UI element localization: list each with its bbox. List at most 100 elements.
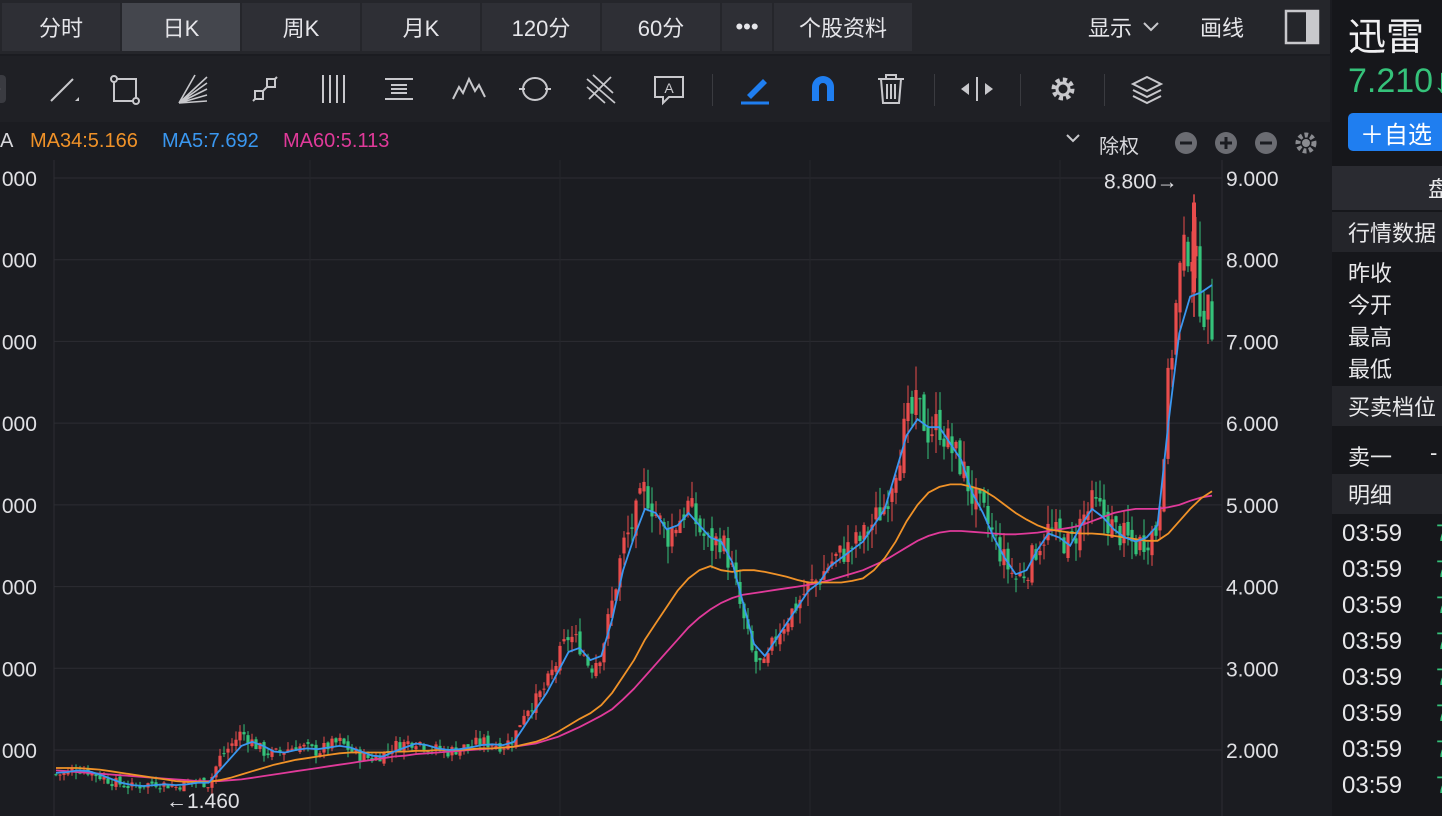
candle-body: [394, 740, 398, 751]
ma-lines: [55, 284, 1213, 787]
chevron-down-icon[interactable]: [1064, 128, 1082, 154]
candle-body: [566, 637, 570, 641]
rectangle-tool[interactable]: [100, 66, 150, 112]
candle-body: [1202, 310, 1206, 327]
add-indicator-icon[interactable]: [1214, 131, 1238, 161]
candle-body: [670, 528, 674, 547]
chart-panel: 分时 日K 周K 月K 120分 60分 ••• 个股资料 显示 画线 A A …: [0, 0, 1330, 816]
candle-body: [758, 658, 762, 661]
candle-body: [906, 402, 910, 422]
candle-body: [898, 465, 902, 481]
candle-body: [126, 786, 130, 789]
pitchfork-tool[interactable]: [576, 66, 626, 112]
candlestick-chart[interactable]: 9.000 .000 8.000 .000 7.000 .000 6.000 .000 5.00…: [0, 160, 1330, 816]
gear-icon[interactable]: [1038, 66, 1088, 112]
drawing-toolbar: A: [0, 56, 1330, 122]
candle-body: [266, 753, 270, 756]
candle-body: [1146, 547, 1150, 551]
line-tool[interactable]: [38, 66, 88, 112]
candle-body: [594, 662, 598, 677]
candle-body: [234, 739, 238, 746]
current-price: 7.210↓: [1348, 62, 1442, 100]
candle-series: [54, 194, 1214, 795]
tab-120min[interactable]: 120分: [482, 3, 600, 51]
candle-body: [1182, 234, 1186, 271]
detail-price: 7: [1436, 520, 1442, 548]
display-dropdown[interactable]: 显示: [1088, 3, 1160, 51]
candle-body: [598, 662, 602, 667]
y-tick-label: 7.000: [1226, 331, 1279, 354]
cycle-tool[interactable]: [510, 66, 560, 112]
y-tick-label-left: .000: [0, 658, 37, 681]
more-periods-button[interactable]: •••: [722, 3, 772, 51]
panel-tab[interactable]: 盘: [1332, 166, 1442, 210]
detail-price: 7: [1436, 592, 1442, 620]
toolbar-divider: [1104, 74, 1105, 106]
ex-rights-toggle[interactable]: 除权: [1099, 130, 1139, 159]
stock-name: 迅雷: [1348, 17, 1425, 59]
candle-body: [406, 741, 410, 745]
detail-price: 7: [1436, 556, 1442, 584]
price-axis: 9.000 .000 8.000 .000 7.000 .000 6.000 .000 5.00…: [0, 168, 1279, 763]
tab-60min[interactable]: 60分: [602, 3, 720, 51]
candle-body: [854, 532, 858, 544]
candle-body: [834, 553, 838, 556]
candle-body: [338, 737, 342, 741]
candle-body: [218, 755, 222, 767]
candle-body: [630, 527, 634, 529]
candle-body: [518, 725, 522, 728]
tab-stock-profile[interactable]: 个股资料: [774, 3, 912, 51]
highlighter-tool[interactable]: [730, 66, 780, 112]
y-tick-label-left: .000: [0, 413, 37, 436]
candle-body: [222, 753, 226, 755]
candle-body: [930, 434, 934, 437]
candle-body: [954, 441, 958, 449]
tab-monthly-k[interactable]: 月K: [362, 3, 480, 51]
candle-body: [626, 532, 630, 535]
add-watchlist-button[interactable]: ＋自选: [1348, 113, 1442, 151]
y-tick-label-left: .000: [0, 495, 37, 518]
market-data-header: 行情数据: [1332, 212, 1442, 252]
draw-line-button[interactable]: 画线: [1200, 3, 1244, 51]
candle-body: [314, 744, 318, 756]
candle-body: [206, 787, 210, 789]
remove-indicator-icon[interactable]: [1254, 131, 1278, 161]
detail-price: 7: [1436, 628, 1442, 656]
detail-time: 03:59: [1342, 556, 1403, 583]
ma5-line: [55, 284, 1213, 787]
candle-body: [242, 732, 246, 735]
magnet-tool[interactable]: [798, 66, 848, 112]
channel-tool[interactable]: [310, 66, 360, 112]
fan-tool[interactable]: [168, 66, 218, 112]
candle-body: [562, 639, 566, 642]
candle-body: [306, 742, 310, 744]
candle-body: [1122, 522, 1126, 544]
candle-body: [1022, 576, 1026, 579]
candle-body: [1206, 294, 1210, 320]
candle-body: [530, 710, 534, 712]
panel-toggle-icon[interactable]: [1284, 3, 1320, 51]
order-book-header: 买卖档位: [1332, 386, 1442, 426]
layers-icon[interactable]: [1122, 66, 1172, 112]
candle-body: [1090, 490, 1094, 510]
segment-tool[interactable]: [240, 66, 290, 112]
candle-body: [886, 506, 890, 510]
collapse-minus-icon[interactable]: [1174, 131, 1198, 161]
tab-weekly-k[interactable]: 周K: [242, 3, 360, 51]
trash-icon[interactable]: [866, 66, 916, 112]
spread-tool[interactable]: [952, 66, 1002, 112]
candle-body: [938, 409, 942, 440]
wave-tool[interactable]: [444, 66, 494, 112]
candle-body: [838, 545, 842, 553]
chart-grid: [53, 160, 1223, 816]
candle-body: [1074, 538, 1078, 544]
annotation-tool[interactable]: A: [644, 66, 694, 112]
y-tick-label: 9.000: [1226, 168, 1279, 191]
tab-intraday[interactable]: 分时: [2, 3, 120, 51]
candle-body: [754, 651, 758, 662]
candle-body: [1102, 499, 1106, 516]
tab-daily-k[interactable]: 日K: [122, 3, 240, 51]
settings-gear-icon[interactable]: [1293, 130, 1319, 162]
text-label-tool[interactable]: [374, 66, 424, 112]
cursor-tool[interactable]: [0, 66, 20, 112]
